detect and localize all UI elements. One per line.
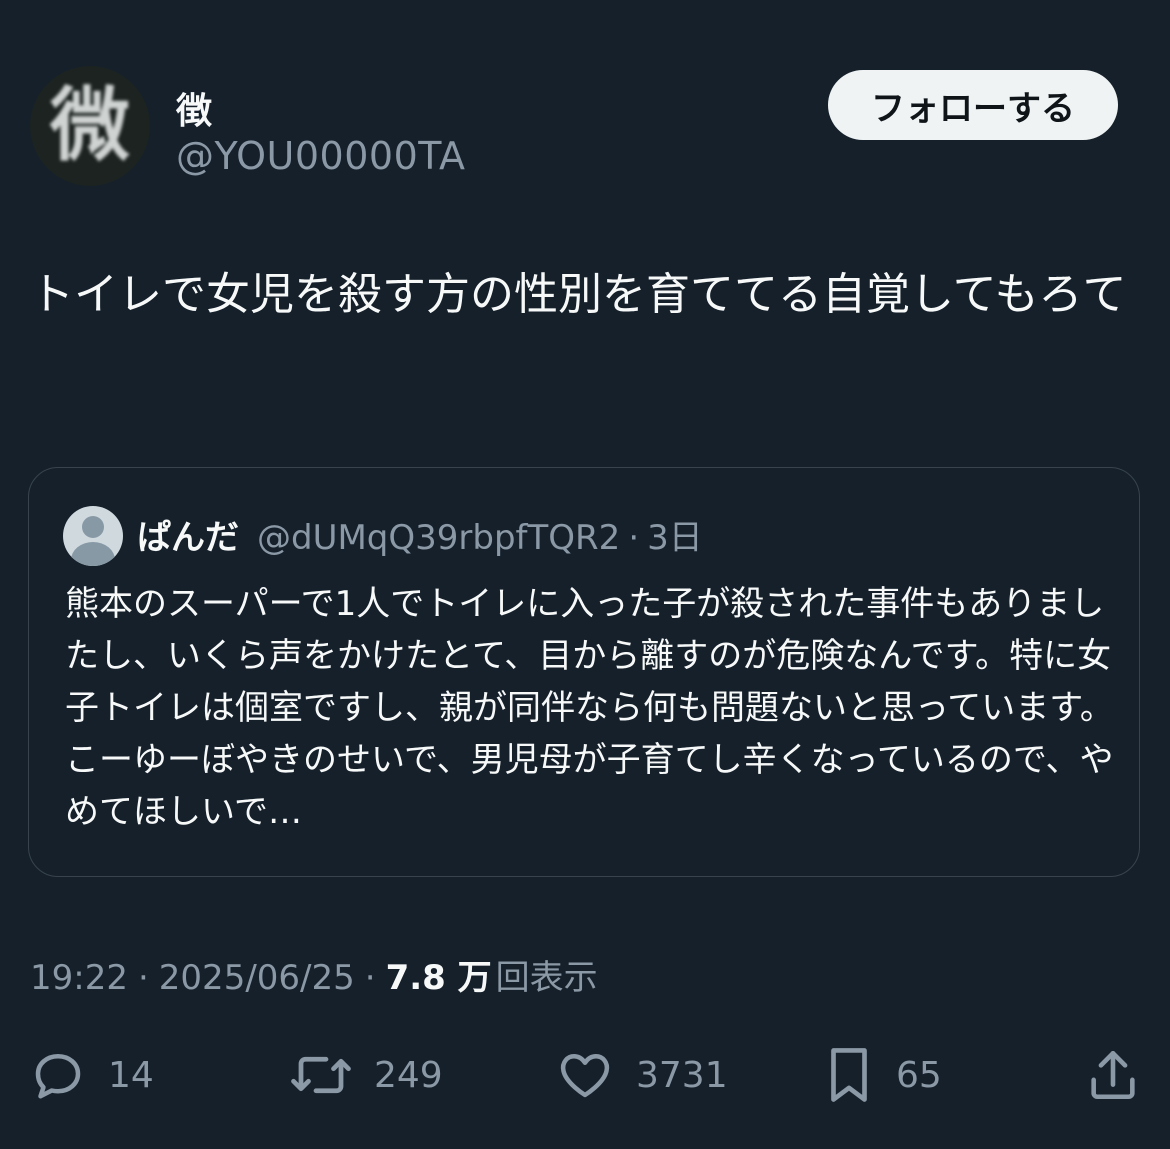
retweet-count: 249 (374, 1054, 443, 1096)
default-avatar-body (71, 542, 115, 566)
like-count: 3731 (636, 1054, 728, 1096)
quoted-handle: @dUMqQ39rbpfTQR2 (257, 518, 621, 558)
like-button[interactable]: 3731 (554, 1040, 728, 1110)
author-display-name[interactable]: 徴 (176, 82, 212, 134)
reply-icon (35, 1054, 81, 1099)
quoted-avatar (63, 506, 123, 566)
meta-separator: · (364, 958, 376, 998)
tweet-text: トイレで女児を殺す方の性別を育ててる自覚してもろて (30, 269, 1127, 320)
meta-separator: · (137, 958, 149, 998)
quoted-time: 3日 (647, 518, 703, 558)
views-label: 回表示 (495, 958, 598, 998)
share-button[interactable] (1084, 1040, 1142, 1110)
quoted-text: 熊本のスーパーで1人でトイレに入った子が殺された事件もありましたし、いくら声をか… (65, 584, 1114, 832)
views-count[interactable]: 7.8 万 (386, 950, 492, 999)
tweet-date[interactable]: 2025/06/25 (159, 958, 355, 998)
quoted-separator: · (628, 518, 640, 558)
action-bar: 14 249 3731 65 (0, 1040, 1170, 1110)
follow-button[interactable]: フォローする (828, 70, 1118, 140)
default-avatar-head (82, 516, 104, 538)
quoted-header: ぱんだ @dUMqQ39rbpfTQR2 · 3日 (137, 510, 703, 559)
retweet-icon (291, 1056, 351, 1094)
tweet-meta: 19:22 · 2025/06/25 · 7.8 万 回表示 (30, 950, 598, 999)
avatar-glyph: 微 (50, 79, 130, 172)
author-avatar[interactable]: 微 (30, 66, 150, 186)
tweet-time[interactable]: 19:22 (30, 958, 128, 998)
reply-button[interactable]: 14 (28, 1040, 154, 1110)
bookmark-button[interactable]: 65 (822, 1040, 942, 1110)
retweet-button[interactable]: 249 (288, 1040, 443, 1110)
reply-count: 14 (108, 1054, 154, 1096)
author-handle[interactable]: @YOU00000TA (176, 134, 466, 178)
share-icon (1091, 1050, 1135, 1100)
quoted-name: ぱんだ (137, 518, 239, 558)
bookmark-count: 65 (896, 1054, 942, 1096)
quoted-tweet[interactable]: ぱんだ @dUMqQ39rbpfTQR2 · 3日 熊本のスーパーで1人でトイレ… (28, 467, 1140, 877)
heart-icon (560, 1054, 610, 1098)
bookmark-icon (831, 1048, 867, 1102)
